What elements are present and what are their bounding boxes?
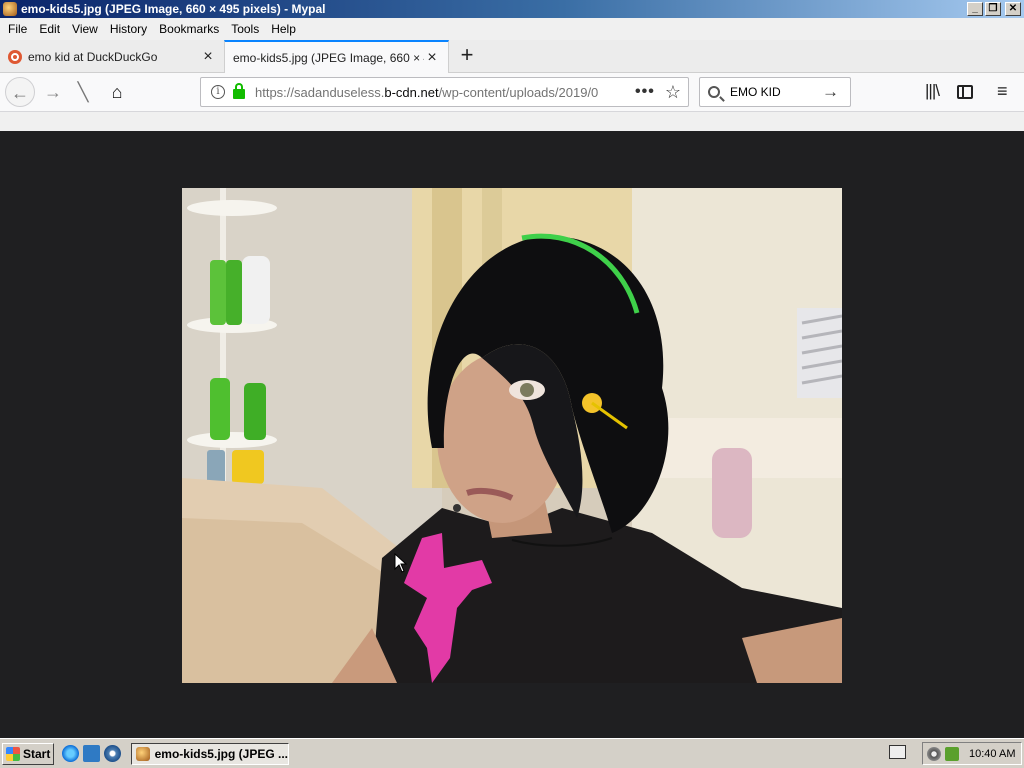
menu-view[interactable]: View: [66, 22, 104, 36]
new-tab-button[interactable]: +: [455, 44, 479, 68]
clock[interactable]: 10:40 AM: [969, 748, 1015, 760]
search-go-icon[interactable]: →: [822, 82, 839, 102]
photo-illustration: [182, 188, 842, 683]
library-icon[interactable]: |||\: [925, 81, 940, 101]
window-title: emo-kids5.jpg (JPEG Image, 660 × 495 pix…: [21, 2, 326, 16]
close-button[interactable]: ✕: [1005, 2, 1021, 16]
duckduckgo-icon: [8, 49, 22, 64]
close-tab-icon[interactable]: ×: [200, 48, 216, 66]
menu-history[interactable]: History: [104, 22, 153, 36]
start-button[interactable]: Start: [2, 742, 54, 765]
mypal-app-icon: [3, 2, 17, 16]
menu-file[interactable]: File: [2, 22, 33, 36]
quick-launch: [62, 745, 121, 762]
search-bar[interactable]: →: [699, 77, 851, 107]
menu-bookmarks[interactable]: Bookmarks: [153, 22, 225, 36]
menu-help[interactable]: Help: [265, 22, 302, 36]
keyboard-language-icon[interactable]: [889, 745, 906, 759]
address-bar[interactable]: i https://sadanduseless.b-cdn.net/wp-con…: [200, 77, 689, 107]
tab-duckduckgo[interactable]: emo kid at DuckDuckGo ×: [0, 40, 224, 73]
internet-explorer-icon[interactable]: [62, 745, 79, 762]
tray-app-icon[interactable]: [945, 746, 959, 761]
mouse-cursor-icon: [394, 553, 408, 573]
tab-label: emo-kids5.jpg (JPEG Image, 660 × 495 pix…: [233, 51, 424, 65]
menu-tools[interactable]: Tools: [225, 22, 265, 36]
page-actions-icon[interactable]: •••: [635, 83, 655, 101]
show-desktop-icon[interactable]: [83, 745, 100, 762]
home-button[interactable]: ⌂: [102, 77, 132, 107]
menu-bar: File Edit View History Bookmarks Tools H…: [0, 18, 1024, 40]
network-icon[interactable]: [927, 746, 941, 761]
search-input[interactable]: [730, 85, 820, 99]
tab-strip: emo kid at DuckDuckGo × emo-kids5.jpg (J…: [0, 40, 1024, 74]
taskbar-window-button[interactable]: emo-kids5.jpg (JPEG ...: [131, 742, 289, 765]
forward-button[interactable]: →: [38, 77, 68, 107]
system-tray: 10:40 AM: [922, 742, 1022, 765]
start-label: Start: [23, 746, 51, 761]
title-bar: emo-kids5.jpg (JPEG Image, 660 × 495 pix…: [0, 0, 1024, 18]
image-viewer: [0, 131, 1024, 738]
search-icon[interactable]: [708, 86, 720, 98]
tab-label: emo kid at DuckDuckGo: [28, 49, 158, 64]
minimize-button[interactable]: _: [967, 2, 983, 16]
close-tab-icon[interactable]: ×: [424, 49, 440, 67]
sidebar-icon[interactable]: [957, 85, 973, 99]
back-button[interactable]: ←: [5, 77, 35, 107]
info-icon[interactable]: i: [211, 85, 225, 99]
maximize-button[interactable]: ❐: [985, 2, 1001, 16]
menu-edit[interactable]: Edit: [33, 22, 66, 36]
navigation-toolbar: ← → ╲ ⌂ i https://sadanduseless.b-cdn.ne…: [0, 73, 1024, 112]
taskbar: Start emo-kids5.jpg (JPEG ... 10:40 AM: [0, 738, 1024, 768]
taskbar-window-label: emo-kids5.jpg (JPEG ...: [154, 746, 288, 761]
displayed-image[interactable]: [182, 188, 842, 683]
mypal-app-icon: [136, 746, 150, 761]
stop-button[interactable]: ╲: [68, 77, 98, 107]
lock-icon[interactable]: [233, 83, 245, 99]
hamburger-menu-icon[interactable]: ≡: [997, 81, 1008, 102]
url-text[interactable]: https://sadanduseless.b-cdn.net/wp-conte…: [255, 85, 627, 100]
media-player-icon[interactable]: [104, 745, 121, 762]
windows-logo-icon: [6, 746, 20, 761]
content-area: [0, 112, 1024, 738]
tab-image[interactable]: emo-kids5.jpg (JPEG Image, 660 × 495 pix…: [224, 40, 449, 74]
bookmark-star-icon[interactable]: ☆: [665, 82, 681, 103]
